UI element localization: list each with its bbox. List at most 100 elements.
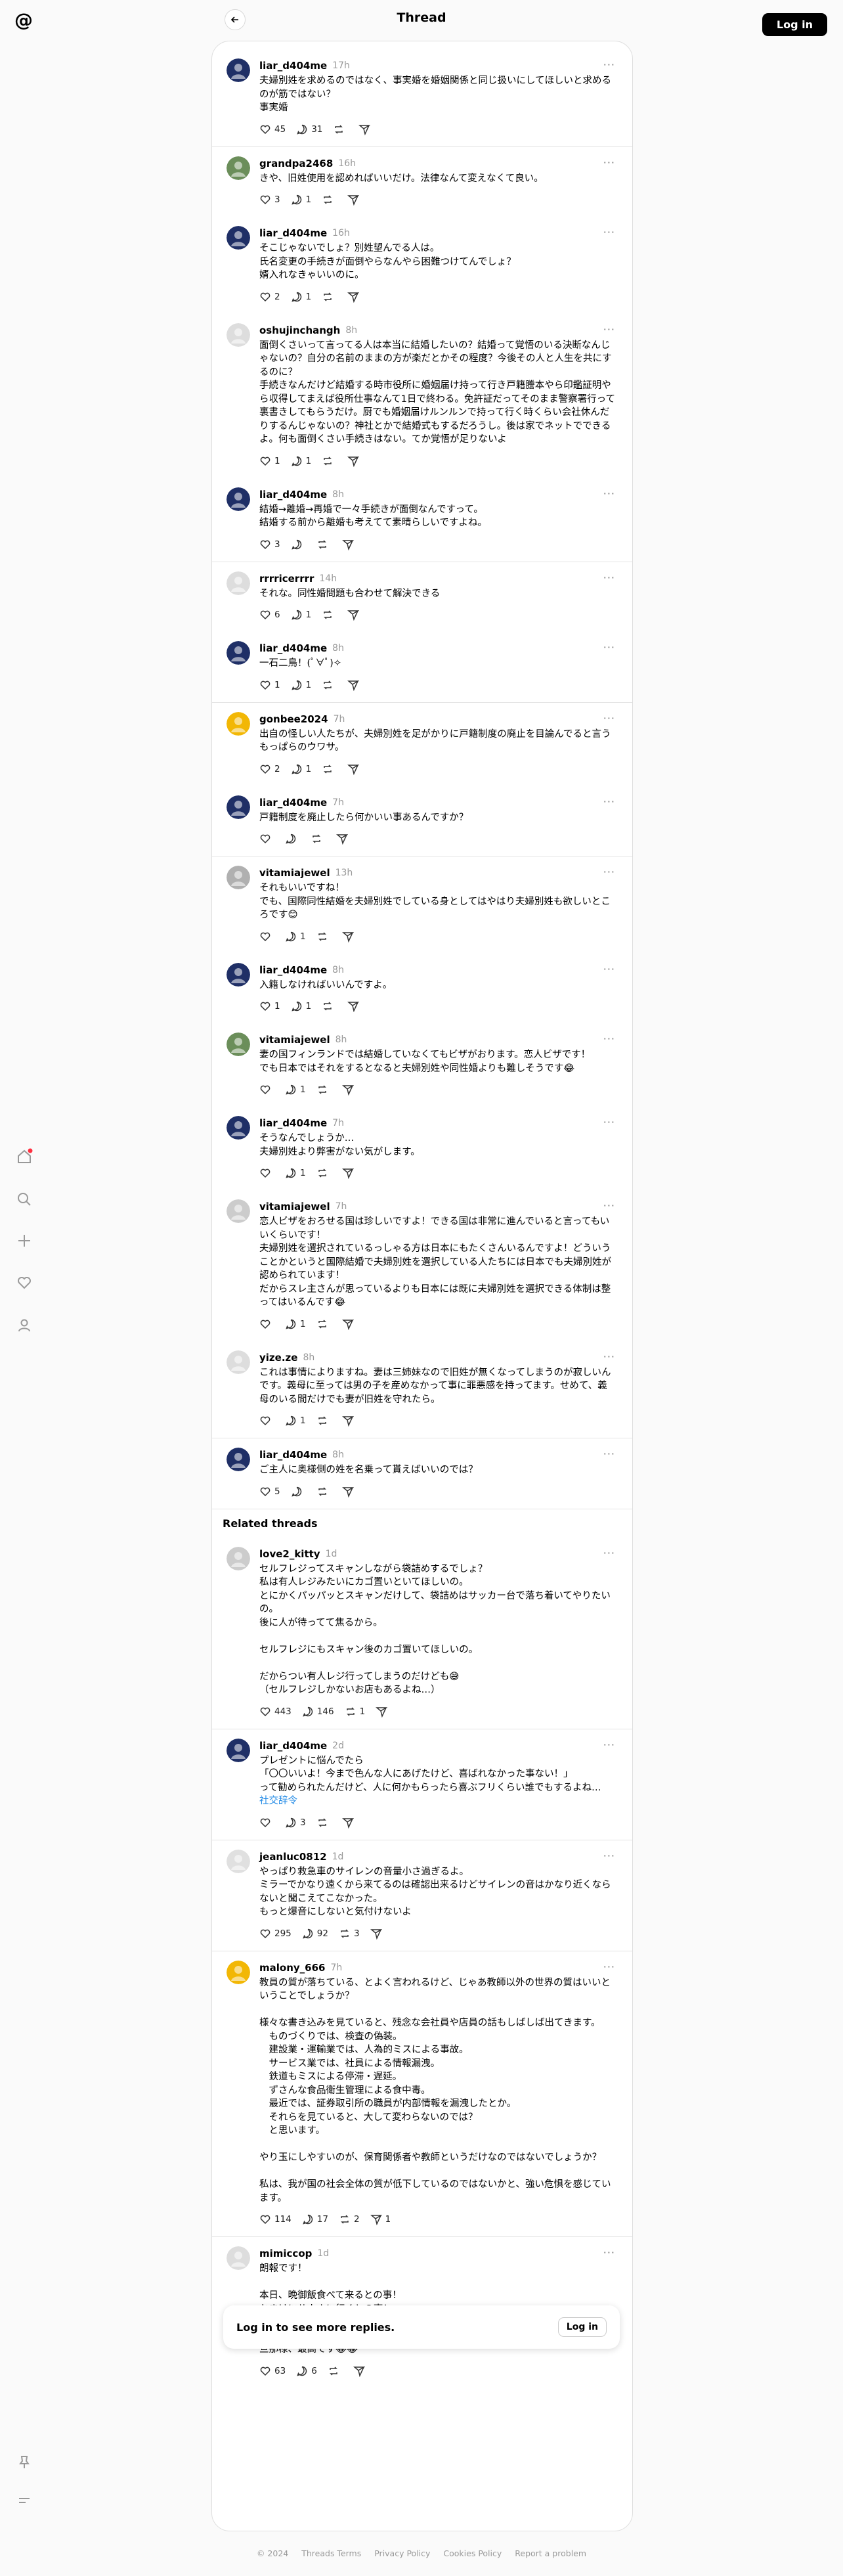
like-button[interactable]: 2 [259, 291, 280, 303]
reply-post[interactable]: liar_d404me 16h ··· そこじゃないでしょ？別姓望んでる人は。 氏名変更… [212, 217, 632, 314]
like-button[interactable] [259, 1817, 274, 1829]
reply-button[interactable]: 1 [291, 609, 311, 621]
more-options-icon[interactable]: ··· [603, 641, 615, 654]
share-button[interactable] [341, 539, 357, 550]
share-button[interactable] [341, 1486, 357, 1498]
like-button[interactable]: 1 [259, 455, 280, 467]
related-post[interactable]: love2_kitty 1d ··· セルフレジってスキャンしながら袋詰めするでしょ？… [212, 1538, 632, 1729]
repost-button[interactable] [316, 1318, 332, 1330]
avatar[interactable] [227, 1350, 250, 1374]
like-button[interactable]: 443 [259, 1706, 292, 1718]
like-button[interactable] [259, 1167, 274, 1179]
more-options-icon[interactable]: ··· [603, 795, 615, 808]
repost-button[interactable] [316, 1817, 332, 1829]
repost-button[interactable] [316, 1084, 332, 1096]
like-button[interactable]: 3 [259, 539, 280, 550]
username[interactable]: rrrricerrrr [259, 573, 314, 585]
repost-button[interactable] [333, 123, 348, 135]
avatar[interactable] [227, 866, 250, 889]
avatar[interactable] [227, 1849, 250, 1873]
share-button[interactable] [347, 194, 362, 206]
repost-button[interactable] [322, 455, 337, 467]
share-button[interactable] [341, 931, 357, 943]
avatar[interactable] [227, 2246, 250, 2270]
menu-icon[interactable] [14, 2491, 34, 2510]
timestamp[interactable]: 2d [332, 1741, 344, 1751]
avatar[interactable] [227, 1738, 250, 1762]
share-button[interactable] [347, 455, 362, 467]
more-options-icon[interactable]: ··· [603, 1850, 615, 1862]
timestamp[interactable]: 8h [332, 965, 344, 975]
pin-icon[interactable] [14, 2453, 34, 2472]
footer-report-link[interactable]: Report a problem [515, 2548, 586, 2558]
avatar[interactable] [227, 795, 250, 819]
more-options-icon[interactable]: ··· [603, 226, 615, 238]
reply-button[interactable] [285, 833, 300, 845]
repost-button[interactable] [322, 291, 337, 303]
create-icon[interactable] [14, 1231, 34, 1251]
more-options-icon[interactable]: ··· [603, 1033, 615, 1045]
reply-post[interactable]: liar_d404me 8h ··· 一石二鳥！(ﾟ∀ﾟ)✧ 1 1 [212, 632, 632, 702]
related-post[interactable]: jeanluc0812 1d ··· やっぱり救急車のサイレンの音量小さ過ぎるよ。 ミラ… [212, 1840, 632, 1951]
related-post[interactable]: liar_d404me 2d ··· プレゼントに悩んでたら 「〇〇いいよ！今まで色んな… [212, 1729, 632, 1840]
reply-button[interactable]: 1 [291, 679, 311, 691]
reply-post[interactable]: vitamiajewel 7h ··· 恋人ビザをおろせる国は珍しいですよ！できる国は… [212, 1190, 632, 1341]
share-button[interactable] [341, 1817, 357, 1829]
username[interactable]: oshujinchangh [259, 324, 340, 336]
reply-post[interactable]: grandpa2468 16h ··· きや、旧姓使用を認めればいいだけ。法律なんて変… [212, 147, 632, 217]
avatar[interactable] [227, 1199, 250, 1223]
username[interactable]: mimiccop [259, 2248, 312, 2259]
like-button[interactable] [259, 833, 274, 845]
reply-button[interactable]: 92 [302, 1928, 328, 1940]
username[interactable]: love2_kitty [259, 1548, 320, 1560]
reply-post[interactable]: liar_d404me 7h ··· 戸籍制度を廃止したら何かいい事あるんですか？ [212, 786, 632, 856]
avatar[interactable] [227, 711, 250, 736]
more-options-icon[interactable]: ··· [603, 487, 615, 500]
avatar[interactable] [227, 156, 250, 180]
avatar[interactable] [227, 226, 250, 250]
reply-post[interactable]: vitamiajewel 13h ··· それもいいですね！ でも、国際同性結婚を夫婦別… [212, 856, 632, 954]
share-button[interactable] [341, 1318, 357, 1330]
username[interactable]: vitamiajewel [259, 867, 330, 879]
profile-icon[interactable] [14, 1316, 34, 1335]
avatar[interactable] [227, 322, 250, 347]
avatar[interactable] [227, 1960, 250, 1984]
repost-button[interactable] [322, 763, 337, 775]
topic-tag-link[interactable]: 社交辞令 [259, 1794, 616, 1808]
like-button[interactable]: 114 [259, 2213, 292, 2225]
timestamp[interactable]: 14h [319, 573, 337, 584]
share-button[interactable] [347, 679, 362, 691]
more-options-icon[interactable]: ··· [603, 1739, 615, 1751]
repost-button[interactable] [316, 931, 332, 943]
username[interactable]: liar_d404me [259, 797, 327, 809]
more-options-icon[interactable]: ··· [603, 1350, 615, 1363]
reply-button[interactable]: 1 [285, 1084, 306, 1096]
like-button[interactable] [259, 1415, 274, 1427]
reply-button[interactable]: 31 [296, 123, 322, 135]
related-post[interactable]: malony_666 7h ··· 教員の質が落ちている、とよく言われるけど、じゃあ教… [212, 1951, 632, 2237]
repost-button[interactable] [322, 1000, 337, 1012]
timestamp[interactable]: 8h [345, 325, 357, 336]
reply-post[interactable]: gonbee2024 7h ··· 出自の怪しい人たちが、夫婦別姓を足がかりに戸籍制度… [212, 703, 632, 786]
username[interactable]: malony_666 [259, 1962, 325, 1974]
reply-post[interactable]: rrrricerrrr 14h ··· それな。同性婚問題も合わせて解決できる 6 1 [212, 562, 632, 633]
username[interactable]: liar_d404me [259, 964, 327, 976]
timestamp[interactable]: 8h [332, 643, 344, 654]
reply-button[interactable]: 1 [291, 194, 311, 206]
share-button[interactable] [341, 1415, 357, 1427]
home-icon[interactable] [14, 1147, 34, 1166]
timestamp[interactable]: 8h [335, 1034, 347, 1045]
like-button[interactable]: 6 [259, 609, 280, 621]
avatar[interactable] [227, 641, 250, 665]
share-button[interactable] [358, 123, 374, 135]
timestamp[interactable]: 7h [330, 1963, 342, 1973]
more-options-icon[interactable]: ··· [603, 866, 615, 878]
like-button[interactable] [259, 931, 274, 943]
like-button[interactable]: 1 [259, 679, 280, 691]
username[interactable]: liar_d404me [259, 489, 327, 500]
share-button[interactable] [341, 1167, 357, 1179]
avatar[interactable] [227, 1033, 250, 1056]
like-button[interactable] [259, 1084, 274, 1096]
footer-cookies-link[interactable]: Cookies Policy [443, 2548, 502, 2558]
reply-button[interactable]: 17 [302, 2213, 328, 2225]
